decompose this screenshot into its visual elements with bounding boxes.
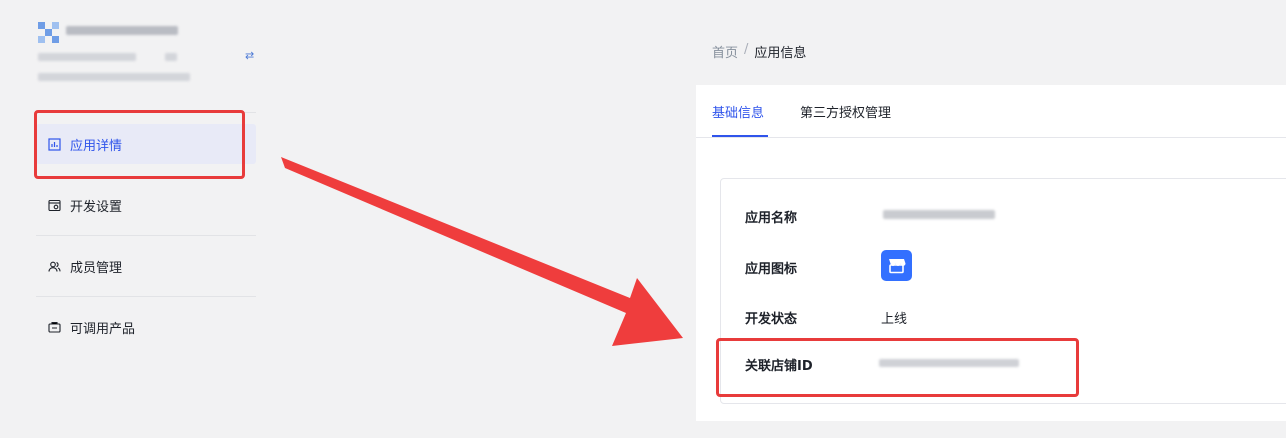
product-box-icon — [48, 321, 61, 334]
tab-bar: 基础信息 第三方授权管理 — [696, 85, 1286, 138]
tab-active-indicator — [712, 135, 768, 137]
dev-status-value: 上线 — [881, 312, 908, 327]
account-info-redacted — [165, 53, 177, 61]
app-name-value-redacted — [883, 210, 995, 219]
breadcrumb: 首页 / 应用信息 — [712, 42, 806, 61]
app-icon-label: 应用图标 — [745, 262, 798, 277]
store-icon — [881, 250, 912, 281]
store-id-label: 关联店铺ID — [745, 359, 813, 374]
sidebar-item-label: 开发设置 — [70, 199, 123, 215]
sidebar-item-label: 可调用产品 — [70, 321, 136, 337]
divider — [36, 235, 256, 236]
divider — [36, 296, 256, 297]
users-icon — [48, 260, 61, 273]
breadcrumb-home[interactable]: 首页 — [712, 42, 738, 61]
sidebar-item-products[interactable]: 可调用产品 — [36, 307, 256, 347]
app-name-label: 应用名称 — [745, 211, 798, 226]
breadcrumb-separator: / — [744, 42, 749, 57]
chart-panel-icon — [48, 137, 61, 151]
sidebar-item-label: 应用详情 — [70, 138, 123, 154]
sidebar-item-label: 成员管理 — [70, 260, 123, 276]
breadcrumb-current: 应用信息 — [754, 46, 807, 61]
tab-third-party-auth[interactable]: 第三方授权管理 — [800, 106, 891, 122]
dev-status-label: 开发状态 — [745, 312, 798, 327]
switch-app-icon[interactable]: ⇄ — [245, 50, 254, 62]
tab-basic-info[interactable]: 基础信息 — [712, 106, 764, 122]
divider — [36, 112, 256, 113]
account-info-redacted — [38, 53, 136, 61]
account-id-redacted — [38, 73, 190, 81]
sidebar: ⇄ 应用详情 开发设置 成员管理 可调用产品 — [0, 0, 262, 438]
sidebar-item-app-detail[interactable]: 应用详情 — [36, 124, 256, 164]
main-panel: 基础信息 第三方授权管理 应用名称 应用图标 开发状态 上线 关联店铺ID — [696, 85, 1286, 421]
sidebar-item-members[interactable]: 成员管理 — [36, 246, 256, 286]
info-card: 应用名称 应用图标 开发状态 上线 关联店铺ID — [720, 178, 1286, 404]
gear-window-icon — [48, 199, 61, 212]
app-logo — [38, 22, 60, 44]
store-id-value-redacted — [879, 359, 1019, 367]
sidebar-item-dev-settings[interactable]: 开发设置 — [36, 185, 256, 225]
app-name-redacted — [66, 26, 178, 35]
